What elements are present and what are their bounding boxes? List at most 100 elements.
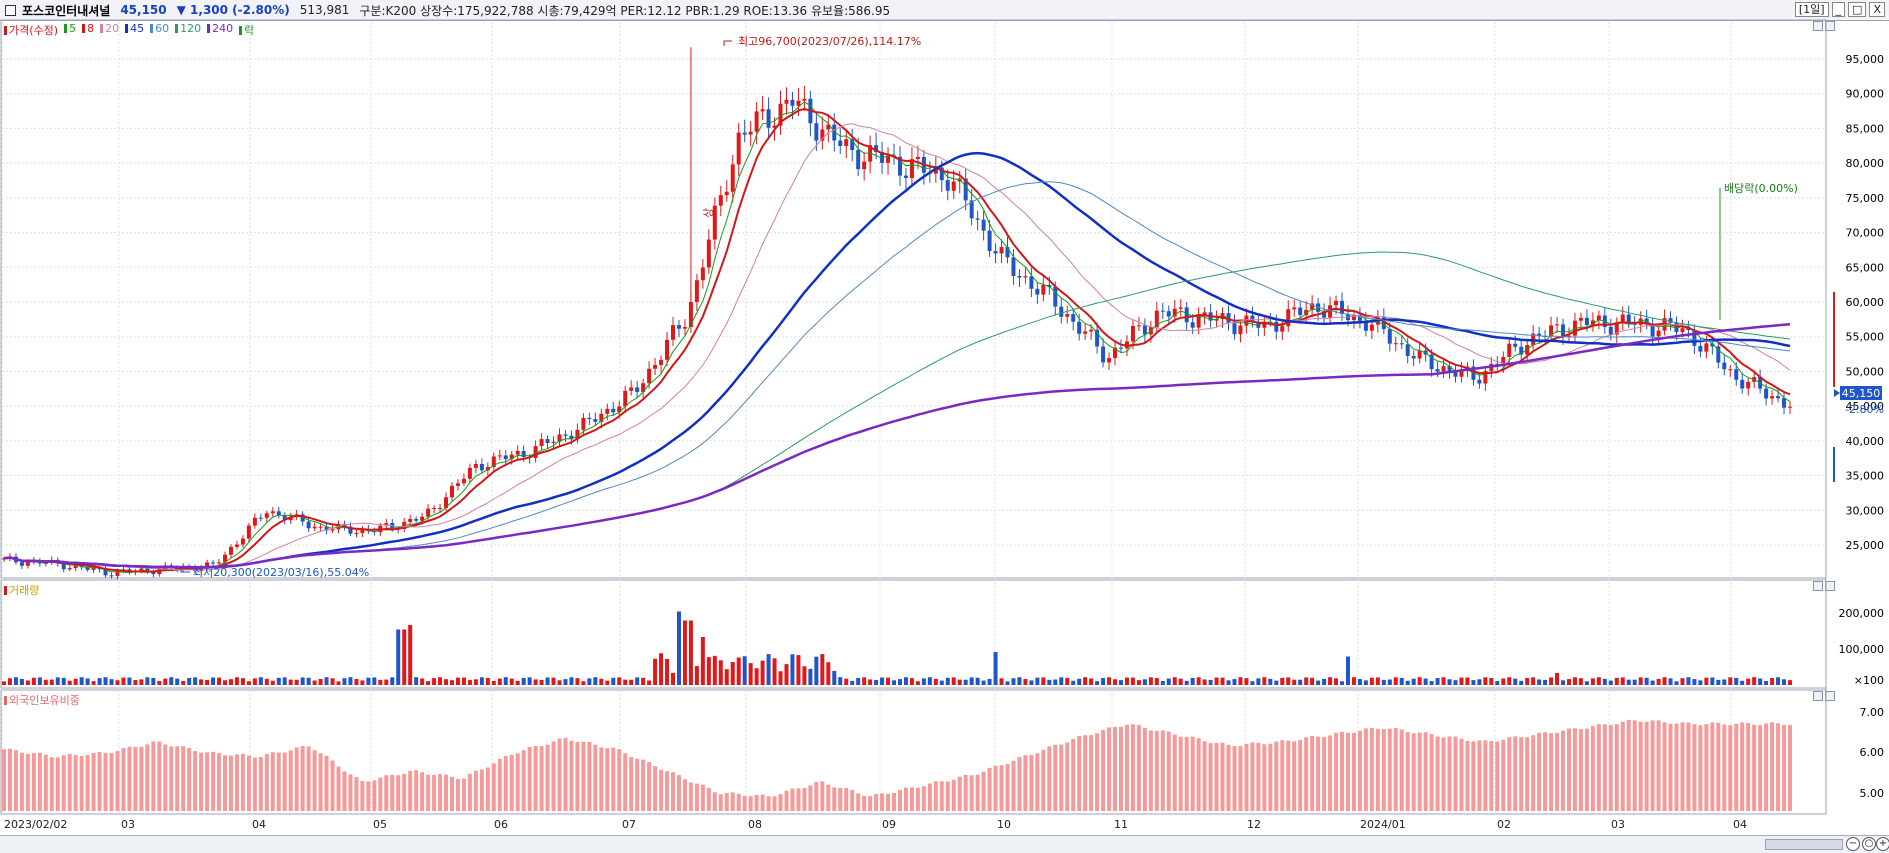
foreign-bar	[521, 750, 526, 811]
candle	[1734, 369, 1739, 380]
foreign-bar	[551, 741, 556, 811]
volume-bar	[1196, 677, 1201, 685]
volume-bar	[1483, 677, 1488, 685]
volume-bar	[330, 678, 335, 685]
foreign-bar	[1011, 760, 1016, 811]
volume-bar	[766, 654, 771, 685]
foreign-bar	[276, 752, 281, 811]
volume-bar	[121, 677, 126, 685]
zoom-in-icon[interactable]: +	[1876, 837, 1889, 851]
foreign-bar	[509, 754, 514, 811]
candle	[915, 156, 920, 160]
candle	[796, 100, 801, 106]
candle	[1190, 322, 1195, 328]
candle	[1238, 325, 1243, 335]
foreign-bar	[563, 737, 568, 811]
zoom-out-icon[interactable]: −	[1846, 837, 1860, 851]
foreign-bar	[790, 788, 795, 811]
volume-bar	[856, 677, 861, 685]
volume-bar	[617, 677, 622, 685]
foreign-bar	[1686, 722, 1691, 811]
foreign-bar	[1453, 736, 1458, 811]
volume-bar	[1107, 677, 1112, 685]
stock-chart[interactable]: 25,000 30,000 35,000 40,000 45,000 50,00…	[0, 0, 1889, 835]
candle	[993, 251, 998, 254]
volume-bar	[223, 680, 228, 685]
y-tick: 6.00	[1860, 746, 1885, 759]
foreign-bar	[139, 746, 144, 811]
volume-bar	[175, 678, 180, 685]
volume-bar	[1184, 680, 1189, 685]
foreign-bar	[408, 770, 413, 811]
volume-bar	[193, 677, 198, 685]
candle	[706, 239, 711, 268]
candle	[1286, 309, 1291, 327]
candle	[694, 280, 699, 302]
volume-bar	[485, 677, 490, 685]
candle	[682, 326, 687, 329]
foreign-bar	[1417, 732, 1422, 811]
y-tick: 5.00	[1860, 787, 1885, 800]
volume-bar	[270, 680, 275, 685]
candle	[635, 387, 640, 392]
foreign-bar	[802, 787, 807, 811]
zoom-reset-icon[interactable]: ○	[1862, 837, 1876, 851]
y-tick: 90,000	[1846, 88, 1885, 101]
volume-bar	[205, 680, 210, 685]
foreign-bar	[199, 752, 204, 811]
foreign-bar	[1572, 728, 1577, 811]
candle	[1280, 326, 1285, 332]
foreign-bar	[1077, 735, 1082, 811]
foreign-bar	[1578, 729, 1583, 811]
candle	[611, 408, 616, 413]
candle	[217, 562, 222, 564]
volume-bar	[1734, 677, 1739, 685]
volume-bar	[599, 678, 604, 685]
foreign-bar	[927, 783, 932, 811]
foreign-bar	[1734, 723, 1739, 811]
candle	[581, 417, 586, 430]
foreign-bar	[1250, 742, 1255, 811]
current-price-label: 45,150	[1842, 387, 1881, 400]
foreign-bar	[635, 758, 640, 811]
candle	[659, 359, 664, 366]
volume-bar	[1393, 677, 1398, 685]
foreign-bar	[455, 778, 460, 811]
foreign-bar	[109, 753, 114, 811]
volume-bar	[1316, 680, 1321, 685]
volume-bar	[1644, 677, 1649, 685]
foreign-bar	[915, 787, 920, 811]
foreign-axis: 7.00 6.00 5.00	[1860, 706, 1885, 800]
volume-bar	[145, 677, 150, 685]
candle	[1011, 257, 1016, 276]
volume-bar	[671, 672, 676, 685]
foreign-bar	[252, 757, 257, 811]
foreign-bar	[366, 781, 371, 811]
volume-bar	[874, 679, 879, 685]
foreign-bar	[844, 787, 849, 811]
volume-bar	[1650, 680, 1655, 685]
foreign-bar	[527, 747, 532, 811]
volume-bar	[181, 680, 186, 685]
foreign-bar	[945, 781, 950, 811]
foreign-bar	[1065, 742, 1070, 811]
volume-bar	[718, 660, 723, 685]
foreign-bar	[1758, 725, 1763, 811]
volume-bar	[1369, 677, 1374, 685]
volume-bar	[7, 678, 12, 685]
foreign-bar	[557, 738, 562, 811]
volume-bar	[1340, 681, 1345, 685]
foreign-bar	[1041, 749, 1046, 811]
volume-bar	[1758, 678, 1763, 685]
foreign-bar	[1644, 721, 1649, 811]
candle	[814, 123, 819, 141]
volume-bar	[1399, 677, 1404, 685]
candle	[987, 230, 992, 252]
volume-bar	[151, 677, 156, 685]
foreign-bar	[73, 754, 78, 811]
volume-bar	[915, 681, 920, 685]
horizontal-scrollbar[interactable]	[1765, 839, 1843, 850]
foreign-bar	[127, 746, 132, 811]
price-axis: 25,000 30,000 35,000 40,000 45,000 50,00…	[1846, 53, 1885, 552]
ma-line-120	[3, 251, 1791, 568]
